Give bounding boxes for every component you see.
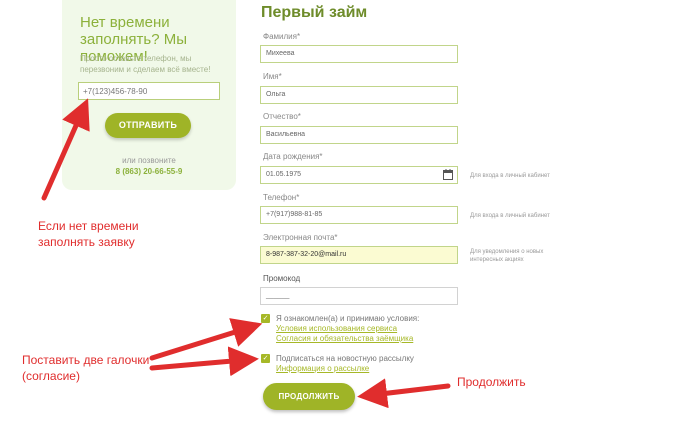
- arrow-to-terms: [149, 318, 263, 361]
- arrow-to-callback: [41, 98, 90, 201]
- arrow-to-continue: [357, 378, 451, 409]
- annotation-arrows: [41, 98, 451, 409]
- arrow-to-newsletter: [149, 346, 259, 377]
